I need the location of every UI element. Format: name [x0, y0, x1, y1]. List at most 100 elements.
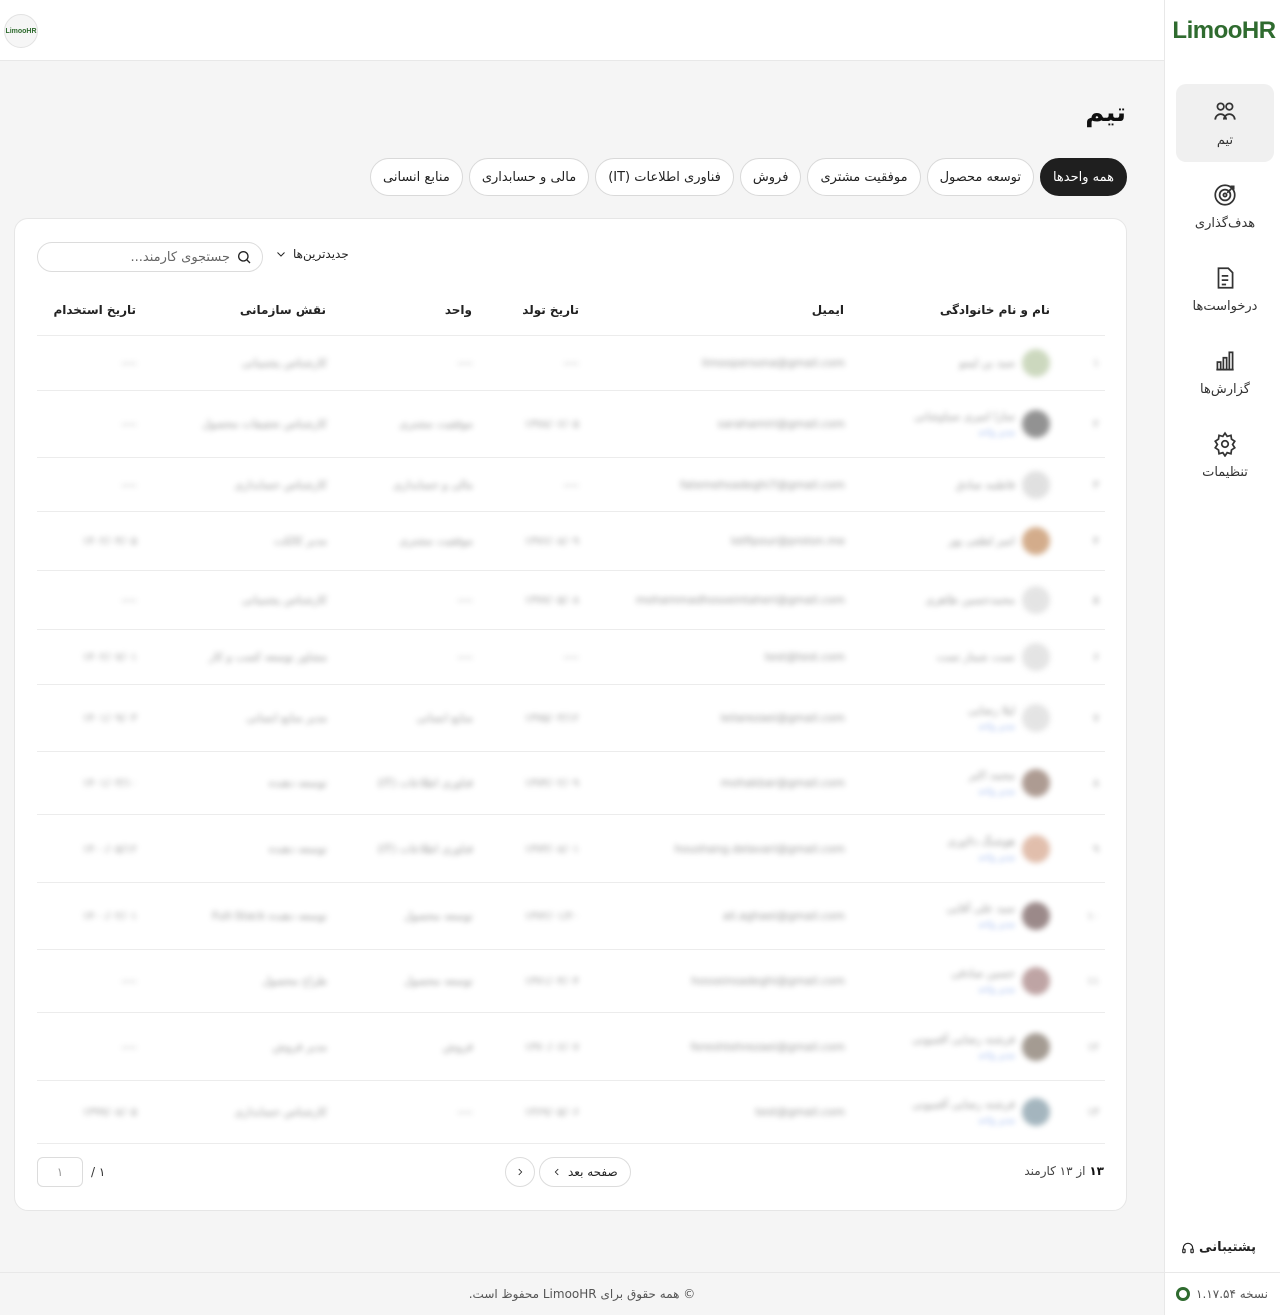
employee-name[interactable]: سید بن لیمو: [960, 357, 1015, 370]
pagination: صفحه بعد: [505, 1157, 631, 1187]
table-row[interactable]: ۲ سارا امیری سیاوشانی مدیر واحد sarahamiri@…: [37, 390, 1105, 457]
sidebar-item-requests[interactable]: درخواست‌ها: [1176, 250, 1274, 328]
employee-name[interactable]: حسین صادقی مدیر واحد: [951, 967, 1015, 995]
version-label: نسخه ۱.۱۷.۵۴: [1196, 1287, 1268, 1301]
avatar: [1022, 527, 1050, 555]
employee-birth-date: ۱۳۷۲/۰۱/۲۰: [524, 909, 579, 923]
avatar: [1022, 470, 1050, 499]
tab-all-units[interactable]: همه واحدها: [1039, 158, 1127, 196]
table-row[interactable]: ۱۲ فرشته رضایی آقمیونی مدیر واحد fereshtehr…: [37, 1012, 1105, 1080]
sidebar-item-label: هدف‌گذاری: [1194, 215, 1256, 231]
employee-unit: موفقیت مشتری: [399, 534, 473, 548]
search-input[interactable]: [50, 249, 230, 265]
chevron-down-icon: [277, 252, 285, 257]
employee-unit: ----: [457, 356, 473, 370]
employee-email: lotfipour@proton.me: [730, 534, 845, 548]
employee-email: fatemehsadeghi7@gmail.com: [680, 478, 845, 491]
employee-role: توسعه دهنده: [268, 776, 327, 790]
name-text: فرشته رضایی آقمیونی: [912, 1097, 1015, 1111]
table-row[interactable]: ۴ امیر لطفی پور lotfipour@proton.me ۱۳۷۶/۰۸…: [37, 511, 1105, 570]
manager-badge: مدیر واحد: [977, 985, 1015, 995]
header-hire[interactable]: تاریخ استخدام: [53, 303, 136, 317]
name-text: سارا امیری سیاوشانی: [914, 410, 1015, 423]
page-number-input[interactable]: [37, 1157, 83, 1187]
row-index: ۱: [1093, 356, 1099, 370]
sidebar-item-goals[interactable]: هدف‌گذاری: [1176, 167, 1274, 245]
table-row[interactable]: ۱۰ سید علی آقایی مدیر واحد ali.aghaei@gmail…: [37, 882, 1105, 949]
employee-name[interactable]: محمد اکبر مدیر واحد: [969, 769, 1015, 797]
table-row[interactable]: ۱۳ فرشته رضایی آقمیونی مدیر واحد test@gmail…: [37, 1080, 1105, 1142]
tab-customer-success[interactable]: موفقیت مشتری: [807, 158, 921, 196]
employee-name[interactable]: سارا امیری سیاوشانی مدیر واحد: [914, 410, 1015, 438]
employee-name[interactable]: سید علی آقایی مدیر واحد: [946, 902, 1015, 930]
employee-birth-date: ۱۳۷۳/۰۸/۰۱: [524, 842, 579, 855]
name-text: لیلا رضایی: [968, 704, 1015, 717]
avatar: [1022, 643, 1050, 671]
employee-role: کارشناس حسابداری: [234, 478, 328, 491]
tab-sales[interactable]: فروش: [739, 158, 802, 196]
tab-it[interactable]: فناوری اطلاعات (IT): [595, 158, 734, 196]
name-text: محمدحسین طاهری: [925, 593, 1015, 607]
employee-birth-date: ۱۳۷۶/۰۸/۰۹: [524, 534, 579, 548]
table-row[interactable]: ۱ سید بن لیمو limoopersona@gmail.com ---- --…: [37, 335, 1105, 390]
employee-name[interactable]: محمدحسین طاهری: [925, 594, 1015, 607]
table-row[interactable]: ۹ هوشنگ دلاوری مدیر واحد houshang.delavari@…: [37, 814, 1105, 882]
table-row[interactable]: ۱۱ حسین صادقی مدیر واحد hosseinsadeghi@gmai…: [37, 949, 1105, 1012]
tab-finance[interactable]: مالی و حسابداری: [468, 158, 590, 196]
next-page-button[interactable]: صفحه بعد: [539, 1157, 631, 1187]
tab-product-development[interactable]: توسعه محصول: [926, 158, 1034, 196]
sidebar-item-settings[interactable]: تنظیمات: [1176, 416, 1274, 494]
table-row[interactable]: ۶ تست شمار تست test@test.com ---- ---- مشاور …: [37, 629, 1105, 684]
brand-logo[interactable]: LimooHR: [1172, 14, 1276, 48]
table-row[interactable]: ۸ محمد اکبر مدیر واحد mohakbar@gmail.com ۱۳۷…: [37, 751, 1105, 814]
header-name[interactable]: نام و نام خانوادگی: [940, 303, 1050, 317]
header-unit[interactable]: واحد: [445, 303, 472, 317]
employee-hire-date: ----: [121, 974, 137, 988]
table-row[interactable]: ۷ لیلا رضایی مدیر واحد leilarezaei@gmail.co…: [37, 684, 1105, 751]
avatar: [1022, 349, 1050, 377]
employee-name[interactable]: هوشنگ دلاوری مدیر واحد: [947, 835, 1015, 863]
employee-hire-date: ----: [121, 1040, 137, 1053]
employee-name[interactable]: امیر لطفی پور: [949, 535, 1016, 548]
avatar: [1022, 769, 1050, 797]
table-row[interactable]: ۳ فاطمه صادق fatemehsadeghi7@gmail.com ----…: [37, 457, 1105, 511]
employee-unit: موفقیت مشتری: [399, 417, 473, 431]
row-index: ۹: [1093, 842, 1099, 855]
sort-label: جدیدترین‌ها: [293, 247, 349, 261]
prev-page-button[interactable]: [505, 1157, 535, 1187]
sidebar-item-team[interactable]: تیم: [1176, 84, 1274, 162]
row-index: ۱۳: [1087, 1105, 1099, 1118]
header-role[interactable]: نقش سازمانی: [240, 303, 326, 317]
sidebar-item-reports[interactable]: گزارش‌ها: [1176, 333, 1274, 411]
employee-count: ۱۳ از ۱۳ کارمند: [1024, 1164, 1104, 1178]
employee-name[interactable]: فرشته رضایی آقمیونی مدیر واحد: [912, 1033, 1015, 1061]
employee-birth-date: ----: [563, 478, 579, 491]
row-index: ۷: [1093, 711, 1099, 725]
employee-birth-date: ۱۳۷۴/۰۲/۰۹: [524, 776, 579, 790]
employee-email: ali.aghaei@gmail.com: [722, 909, 845, 923]
header-email[interactable]: ایمیل: [812, 303, 844, 317]
manager-badge: مدیر واحد: [977, 722, 1015, 732]
sort-dropdown[interactable]: جدیدترین‌ها: [275, 247, 349, 261]
row-index: ۸: [1093, 776, 1099, 790]
employee-name[interactable]: فاطمه صادق: [956, 478, 1015, 491]
employee-hire-date: ۱۴۰۱/۰۹/۰۳: [82, 711, 137, 725]
employee-email: limoopersona@gmail.com: [701, 356, 845, 370]
header-birth[interactable]: تاریخ تولد: [522, 303, 579, 317]
employee-name[interactable]: تست شمار تست: [936, 651, 1015, 664]
employee-hire-date: ----: [121, 356, 137, 370]
employee-name[interactable]: فرشته رضایی آقمیونی مدیر واحد: [912, 1098, 1015, 1126]
sidebar-item-label: درخواست‌ها: [1192, 298, 1258, 314]
next-page-label: صفحه بعد: [568, 1165, 618, 1179]
version-info: نسخه ۱.۱۷.۵۴: [1164, 1272, 1280, 1315]
employee-unit: ----: [457, 1105, 473, 1118]
employee-role: مدیر کالکت: [273, 534, 327, 548]
employee-name[interactable]: لیلا رضایی مدیر واحد: [968, 704, 1015, 732]
name-text: فاطمه صادق: [955, 478, 1015, 491]
table-row[interactable]: ۵ محمدحسین طاهری mohammadhosseintaheri@gma…: [37, 570, 1105, 629]
chevron-left-icon: [554, 1168, 559, 1176]
tab-human-resources[interactable]: منابع انسانی: [370, 158, 463, 196]
user-avatar[interactable]: LimooHR: [4, 14, 38, 48]
avatar: [1022, 902, 1050, 930]
support-link[interactable]: پشتیبانی: [1181, 1240, 1256, 1255]
